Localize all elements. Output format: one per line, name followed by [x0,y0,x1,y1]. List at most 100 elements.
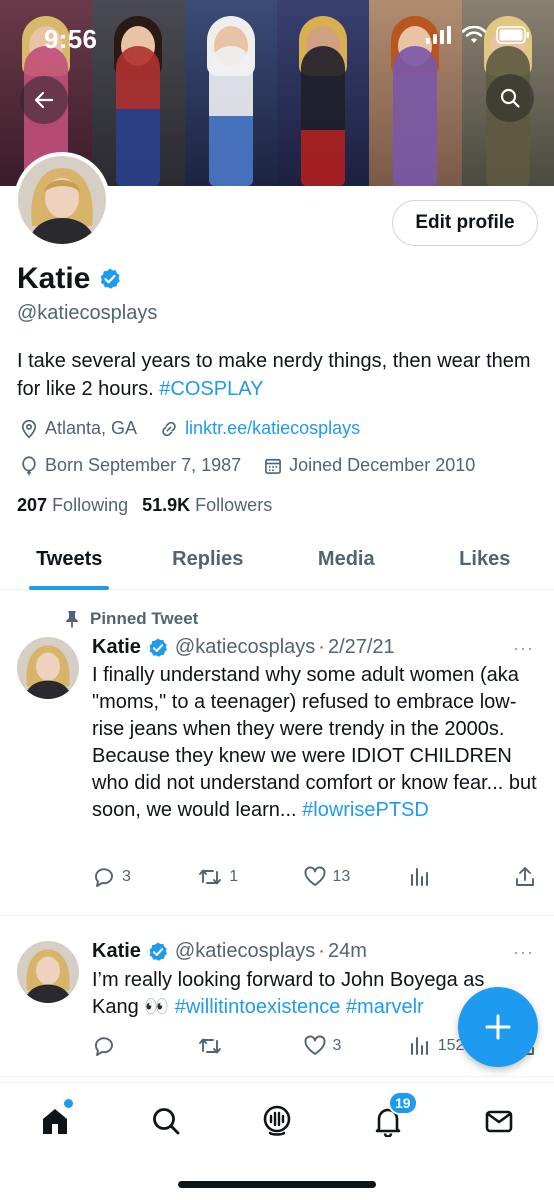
like-button[interactable]: 13 [303,865,393,889]
reply-button[interactable] [92,1034,182,1058]
location-pin-icon [21,419,37,439]
tweet-more-button[interactable]: ··· [513,942,534,963]
tweet-header: Katie @katiecosplays · 2/27/21 [92,636,395,659]
website[interactable]: linktr.ee/katiecosplays [159,418,360,439]
status-time: 9:56 [44,24,98,54]
battery-icon [496,26,529,44]
edit-profile-button[interactable]: Edit profile [392,200,538,246]
tweet-author-handle: @katiecosplays [174,940,316,962]
pinned-text: Pinned Tweet [90,609,199,628]
reply-button[interactable]: 3 [92,865,182,889]
tweet-avatar[interactable] [17,637,79,699]
location-text: Atlanta, GA [45,418,138,438]
tab-tweets[interactable]: Tweets [0,530,139,589]
nav-home[interactable] [35,1099,75,1141]
joined-text: Joined December 2010 [289,455,476,475]
tab-likes[interactable]: Likes [416,530,554,589]
retweet-count: 1 [229,868,239,885]
tweet-author-name[interactable]: Katie [92,636,141,659]
search-icon [153,1108,180,1135]
following-count: 207 [17,495,48,515]
envelope-icon [485,1110,512,1133]
profile-name-row: Katie [17,262,122,296]
nav-notifications[interactable]: 19 [368,1091,418,1141]
nav-spaces[interactable] [257,1101,297,1141]
tweet-header: Katie @katiecosplays · 24m [92,940,367,963]
nav-search[interactable] [146,1101,186,1141]
website-link[interactable]: linktr.ee/katiecosplays [185,418,360,439]
tweet-author-handle: @katiecosplays [174,636,316,658]
birthday: Born September 7, 1987 [19,455,241,476]
home-indicator [178,1181,376,1188]
views-button[interactable] [408,865,498,889]
share-button[interactable] [513,865,537,889]
profile-handle: @katiecosplays [17,302,158,324]
verified-badge-icon [100,268,121,289]
follow-stats: 207 Following 51.9K Followers [17,495,272,516]
compose-tweet-button[interactable] [458,987,538,1067]
like-button[interactable]: 3 [303,1034,393,1058]
analytics-icon [410,868,428,886]
tab-media[interactable]: Media [277,530,416,589]
bio-text: I take several years to make nerdy thing… [17,350,531,400]
balloon-icon [22,455,36,476]
tweet-divider [0,915,554,916]
tweet-divider [0,1076,554,1077]
tweet-hashtag[interactable]: #lowrisePTSD [302,799,429,821]
followers-label: Followers [195,495,273,515]
home-icon [43,1109,68,1134]
notifications-badge: 19 [387,1091,418,1115]
tweet-hashtag[interactable]: #willitintoexistence #marvelr [175,996,424,1018]
share-icon [516,867,534,886]
back-button[interactable] [20,76,68,124]
nav-messages[interactable] [479,1101,519,1141]
pin-icon [66,611,78,628]
arrow-left-icon [34,91,54,109]
location: Atlanta, GA [19,418,137,439]
retweet-button[interactable] [197,1034,287,1058]
signal-icon [426,26,451,44]
tweet-avatar[interactable] [17,941,79,1003]
spaces-microphone-icon [263,1105,291,1136]
profile-meta-row: Atlanta, GA linktr.ee/katiecosplays [19,418,382,439]
profile-tabs: Tweets Replies Media Likes [0,530,554,590]
heart-icon [304,1035,325,1055]
reply-count: 3 [122,868,131,885]
analytics-icon [410,1037,428,1055]
profile-meta-row: Born September 7, 1987 Joined December 2… [19,455,497,476]
tweet-text: I finally understand why some adult wome… [92,662,542,824]
birthday-text: Born September 7, 1987 [45,455,242,475]
tweet-more-button[interactable]: ··· [513,638,534,659]
tweet-body: I finally understand why some adult wome… [92,664,537,821]
followers-link[interactable]: 51.9K Followers [142,495,272,516]
like-count: 3 [332,1037,342,1054]
followers-count: 51.9K [142,495,191,515]
like-count: 13 [332,868,351,885]
avatar-image [18,156,106,244]
tweet-author-name[interactable]: Katie [92,940,141,963]
retweet-button[interactable]: 1 [197,865,287,889]
search-icon [500,88,520,108]
retweet-icon [199,869,222,885]
link-icon [162,421,176,436]
tweet-time[interactable]: 24m [328,940,367,963]
search-button[interactable] [486,74,534,122]
tweet-time[interactable]: 2/27/21 [328,636,395,659]
tweet-separator: · [318,940,325,962]
verified-badge-icon [149,941,167,961]
profile-avatar[interactable] [14,152,110,248]
status-bar: 9:56 [0,0,554,70]
profile-name: Katie [17,262,91,295]
tweet-separator: · [318,636,325,658]
tweet-actions: 3 1 13 [92,862,537,892]
reply-icon [95,868,113,887]
profile-bio: I take several years to make nerdy thing… [17,347,537,403]
retweet-icon [199,1038,222,1054]
following-link[interactable]: 207 Following [17,495,128,516]
calendar-icon [265,458,282,474]
bio-hashtag[interactable]: #COSPLAY [159,378,263,400]
pinned-label: Pinned Tweet [64,609,198,629]
tab-replies[interactable]: Replies [139,530,278,589]
plus-icon [485,1014,511,1040]
status-icons [426,26,530,44]
